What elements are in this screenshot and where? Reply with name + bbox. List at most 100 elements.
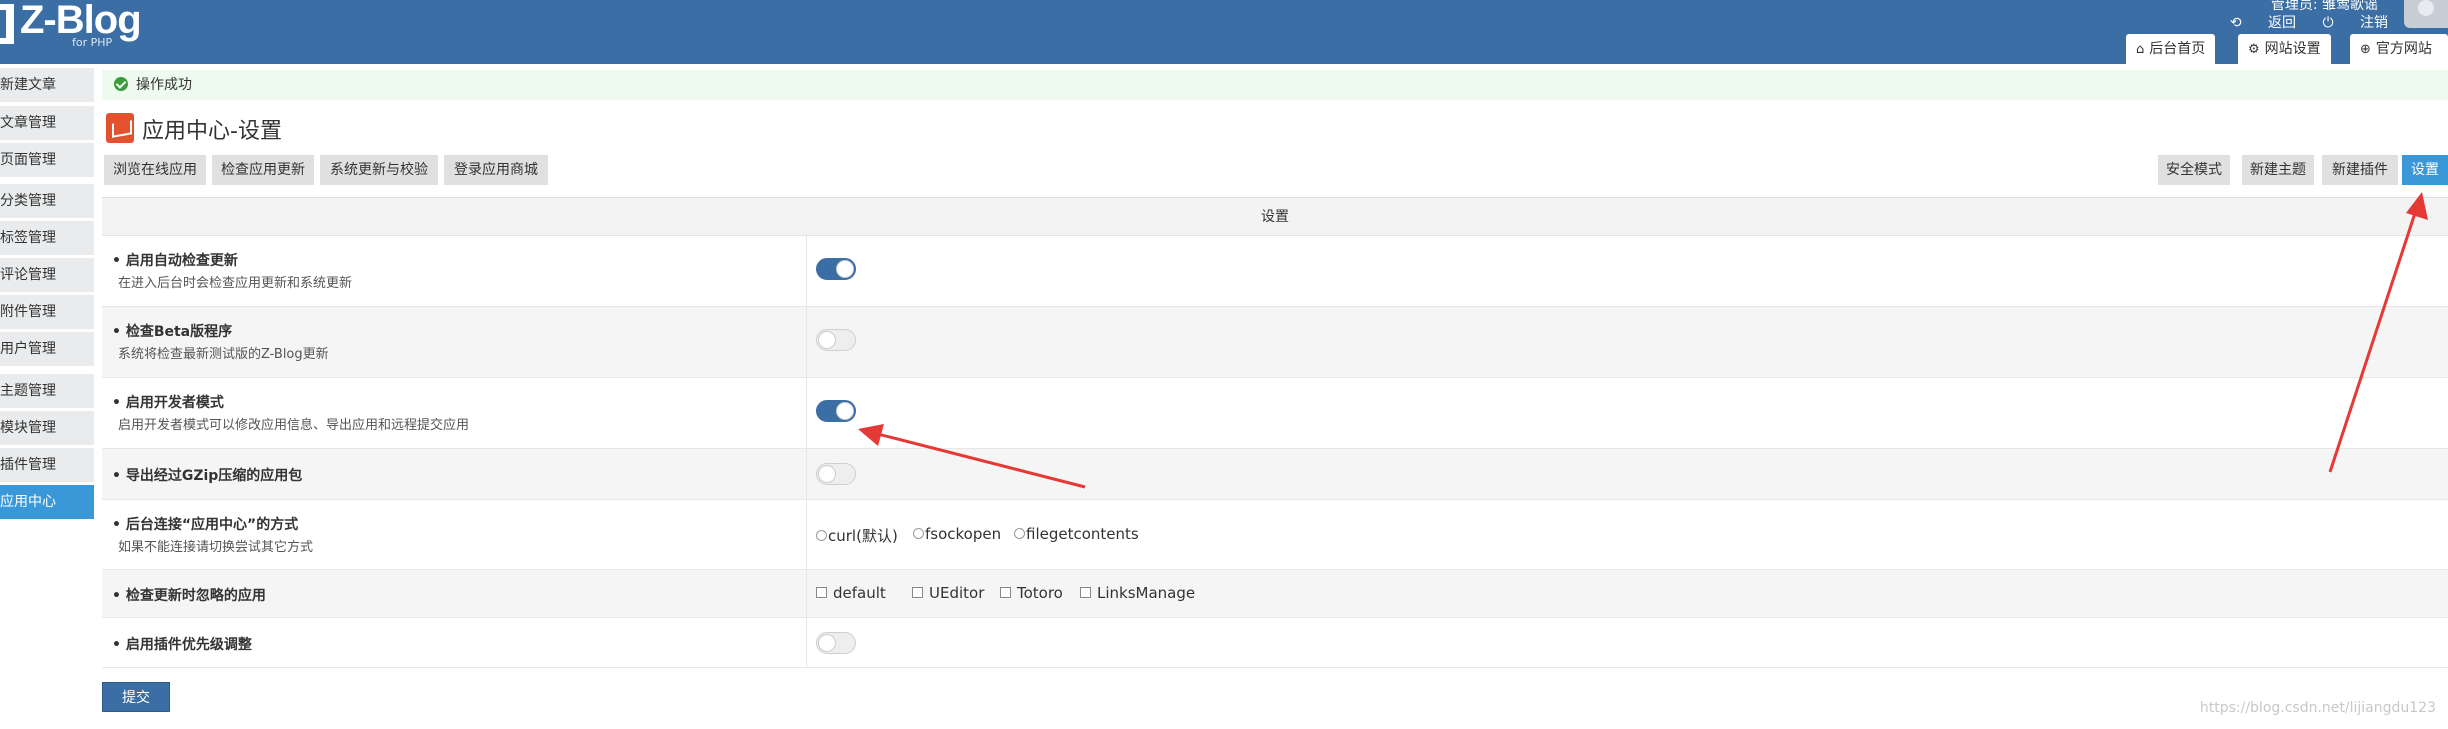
table-row: 启用自动检查更新 在进入后台时会检查应用更新和系统更新	[102, 236, 2448, 307]
logo-mark-icon	[0, 4, 14, 44]
option-label: fsockopen	[925, 525, 1002, 543]
table-row: 检查Beta版程序 系统将检查最新测试版的Z-Blog更新	[102, 307, 2448, 378]
app-center-icon	[106, 113, 134, 143]
auto-check-update-toggle[interactable]	[816, 258, 856, 280]
sidebar-item-users[interactable]: 用户管理	[0, 332, 94, 366]
option-label: Totoro	[1017, 584, 1063, 602]
setting-name: 启用开发者模式	[112, 392, 224, 412]
sidebar-item-label: 新建文章	[0, 77, 56, 93]
option-label: UEditor	[929, 584, 985, 602]
setting-name: 导出经过GZip压缩的应用包	[112, 465, 302, 485]
sidebar-item-tags[interactable]: 标签管理	[0, 221, 94, 255]
radio-icon	[913, 528, 924, 539]
setting-desc: 在进入后台时会检查应用更新和系统更新	[118, 276, 353, 291]
new-plugin-button[interactable]: 新建插件	[2322, 155, 2398, 185]
option-label: curl(默认)	[828, 527, 898, 545]
sidebar-item-posts[interactable]: 文章管理	[0, 106, 94, 140]
sidebar-item-label: 页面管理	[0, 152, 56, 168]
watermark: https://blog.csdn.net/lijiangdu123	[2199, 700, 2436, 716]
sidebar-item-label: 插件管理	[0, 457, 56, 473]
home-icon: ⌂	[2136, 42, 2145, 57]
sidebar-item-attachments[interactable]: 附件管理	[0, 295, 94, 329]
radio-icon	[816, 530, 827, 541]
table-header: 设置	[102, 198, 2448, 236]
gzip-export-toggle[interactable]	[816, 463, 856, 485]
plugin-priority-toggle[interactable]	[816, 632, 856, 654]
manager-label: 管理员: 雏莺歌谣	[2270, 0, 2378, 12]
sidebar-item-comments[interactable]: 评论管理	[0, 258, 94, 292]
radio-icon	[1014, 528, 1025, 539]
sidebar-item-label: 用户管理	[0, 341, 56, 357]
setting-desc: 如果不能连接请切换尝试其它方式	[118, 540, 314, 555]
user-info: 管理员: 雏莺歌谣	[2271, 0, 2378, 12]
connection-option-filegetcontents[interactable]: filegetcontents	[1014, 525, 1139, 543]
developer-mode-toggle[interactable]	[816, 400, 856, 422]
setting-name: 后台连接“应用中心”的方式	[112, 514, 298, 534]
setting-name: 启用自动检查更新	[112, 250, 238, 270]
table-row: 启用开发者模式 启用开发者模式可以修改应用信息、导出应用和远程提交应用	[102, 378, 2448, 449]
sidebar-item-label: 应用中心	[0, 494, 56, 510]
logo-subtitle: for PHP	[72, 36, 113, 49]
table-row: 检查更新时忽略的应用 default UEditor Totoro LinksM…	[102, 570, 2448, 618]
sidebar-item-label: 评论管理	[0, 267, 56, 283]
ignore-app-ueditor[interactable]: UEditor	[912, 584, 984, 602]
tab-label: 后台首页	[2149, 41, 2206, 57]
safe-mode-button[interactable]: 安全模式	[2158, 155, 2230, 185]
sidebar-item-label: 文章管理	[0, 115, 56, 131]
logout-link[interactable]: ⏻ 注销	[2322, 15, 2388, 31]
sidebar-item-new-post[interactable]: 新建文章	[0, 68, 94, 102]
app-header: Z-Blog for PHP 管理员: 雏莺歌谣 ⟲ 返回 ⏻ 注销 ⌂ 后台首页…	[0, 0, 2448, 64]
ignore-app-totoro[interactable]: Totoro	[1000, 584, 1063, 602]
table-row: 启用插件优先级调整	[102, 618, 2448, 668]
sidebar-item-app-center[interactable]: 应用中心	[0, 485, 94, 519]
setting-name: 检查Beta版程序	[112, 321, 232, 341]
ignore-app-linksmanage[interactable]: LinksManage	[1080, 584, 1195, 602]
tab-site-settings[interactable]: ⚙ 网站设置	[2238, 34, 2331, 64]
settings-button[interactable]: 设置	[2402, 155, 2448, 185]
success-message: 操作成功	[102, 70, 2448, 100]
option-label: filegetcontents	[1026, 525, 1139, 543]
sidebar-item-modules[interactable]: 模块管理	[0, 411, 94, 445]
setting-desc: 系统将检查最新测试版的Z-Blog更新	[118, 347, 329, 362]
user-links: ⟲ 返回 ⏻ 注销	[2208, 12, 2388, 32]
sidebar-item-label: 标签管理	[0, 230, 56, 246]
tab-official-site[interactable]: ⊕ 官方网站	[2350, 34, 2448, 64]
tab-label: 官方网站	[2375, 41, 2432, 57]
new-theme-button[interactable]: 新建主题	[2242, 155, 2314, 185]
check-app-updates-button[interactable]: 检查应用更新	[212, 155, 314, 185]
browse-online-apps-button[interactable]: 浏览在线应用	[104, 155, 206, 185]
connection-option-fsockopen[interactable]: fsockopen	[913, 525, 1001, 543]
gear-icon: ⚙	[2248, 42, 2260, 57]
sidebar-item-plugins[interactable]: 插件管理	[0, 448, 94, 482]
logout-label: 注销	[2360, 15, 2388, 31]
page-title: 应用中心-设置	[142, 119, 282, 144]
setting-name: 启用插件优先级调整	[112, 634, 252, 654]
ignore-app-default[interactable]: default	[816, 584, 886, 602]
check-circle-icon	[114, 77, 128, 91]
submit-button[interactable]: 提交	[102, 682, 170, 712]
setting-name: 检查更新时忽略的应用	[112, 585, 266, 605]
sidebar-item-themes[interactable]: 主题管理	[0, 374, 94, 408]
setting-desc: 启用开发者模式可以修改应用信息、导出应用和远程提交应用	[118, 418, 470, 433]
tab-admin-home[interactable]: ⌂ 后台首页	[2126, 34, 2216, 64]
tab-label: 网站设置	[2264, 41, 2321, 57]
settings-table: 设置 启用自动检查更新 在进入后台时会检查应用更新和系统更新 检查Beta版程序…	[102, 197, 2448, 668]
login-app-store-button[interactable]: 登录应用商城	[444, 155, 548, 185]
return-link[interactable]: ⟲ 返回	[2230, 15, 2296, 31]
connection-option-curl[interactable]: curl(默认)	[816, 525, 898, 546]
system-update-button[interactable]: 系统更新与校验	[320, 155, 438, 185]
checkbox-icon	[912, 587, 923, 598]
sidebar-item-pages[interactable]: 页面管理	[0, 143, 94, 177]
sidebar-item-categories[interactable]: 分类管理	[0, 184, 94, 218]
sidebar-item-label: 主题管理	[0, 383, 56, 399]
checkbox-icon	[1080, 587, 1091, 598]
option-label: LinksManage	[1097, 584, 1196, 602]
avatar[interactable]	[2404, 0, 2448, 28]
sidebar-item-label: 分类管理	[0, 193, 56, 209]
sidebar-item-label: 模块管理	[0, 420, 56, 436]
globe-icon: ⊕	[2360, 42, 2371, 57]
table-row: 导出经过GZip压缩的应用包	[102, 449, 2448, 500]
checkbox-icon	[816, 587, 827, 598]
sidebar-item-label: 附件管理	[0, 304, 56, 320]
check-beta-toggle[interactable]	[816, 329, 856, 351]
